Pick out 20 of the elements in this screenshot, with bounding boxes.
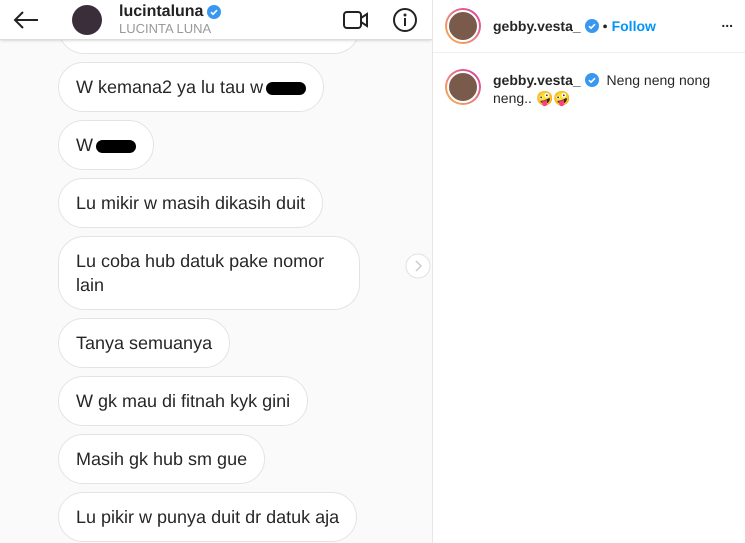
avatar[interactable] xyxy=(445,8,481,44)
caption: gebby.vesta_ Neng neng nong neng.. 🤪🤪 xyxy=(493,71,712,107)
back-arrow-icon[interactable] xyxy=(12,10,40,30)
message-bubble: Lu pikir w punya duit dr datuk aja xyxy=(58,492,358,542)
message-bubble: W kemana2 ya lu tau w xyxy=(58,62,324,112)
post-username[interactable]: gebby.vesta_ xyxy=(493,16,581,36)
separator: • xyxy=(602,16,608,36)
video-camera-icon[interactable] xyxy=(342,8,370,30)
message-bubble: W xyxy=(58,120,154,170)
display-name: LUCINTA LUNA xyxy=(119,20,212,37)
more-options-button[interactable]: ... xyxy=(721,12,733,40)
info-icon[interactable] xyxy=(392,6,418,32)
avatar xyxy=(72,4,102,34)
message-bubble: Masih gk hub sm gue xyxy=(58,434,266,484)
message-bubble: Tanya semuanya xyxy=(58,318,230,368)
avatar[interactable] xyxy=(445,69,481,105)
message-bubble: Lu coba hub datuk pake nomor lain xyxy=(58,236,360,310)
chat-username: lucintaluna xyxy=(119,3,204,20)
message-bubble: Lu mikir w masih dikasih duit xyxy=(58,178,324,228)
message-bubble: W gk mau di fitnah kyk gini xyxy=(58,376,308,426)
